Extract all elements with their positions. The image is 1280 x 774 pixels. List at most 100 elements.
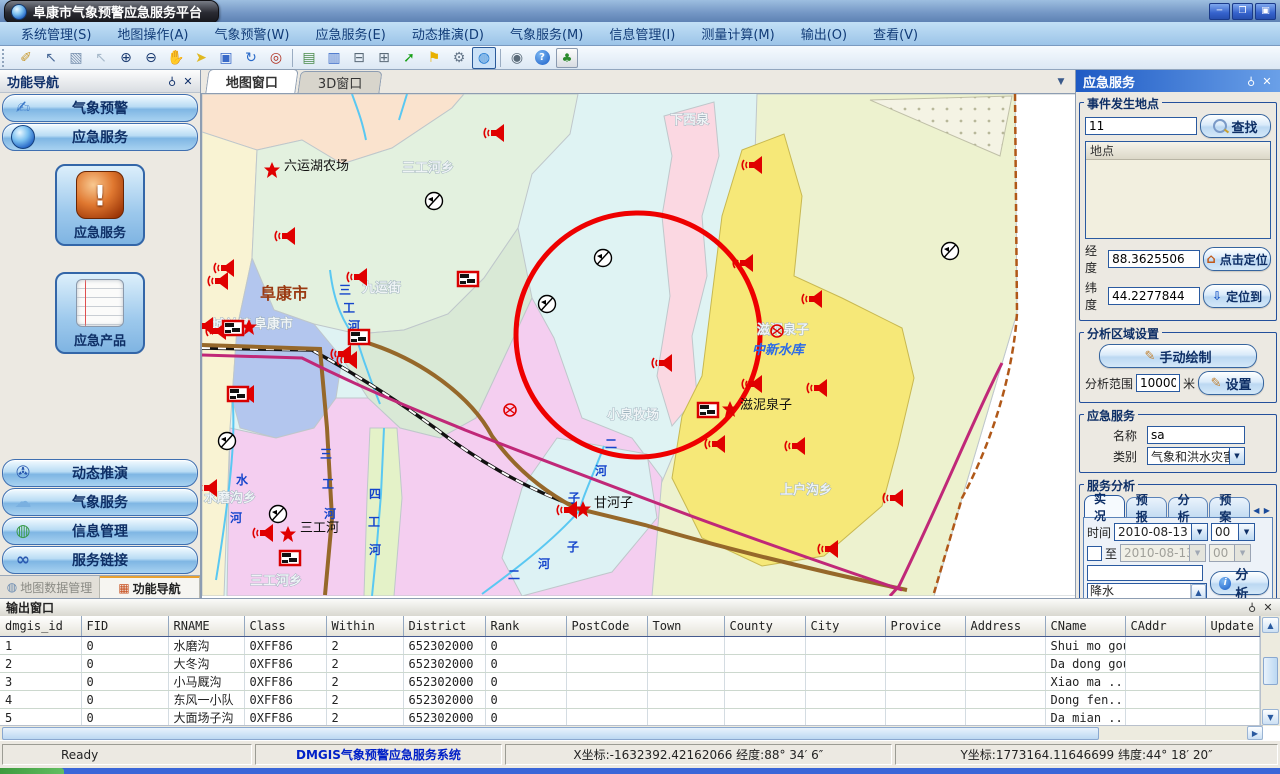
output-horizontal-scrollbar[interactable]: ▶: [0, 725, 1263, 740]
column-header-Town[interactable]: Town: [647, 616, 724, 637]
element-listbox[interactable]: 降水空气温度 ▲: [1087, 583, 1207, 598]
close-icon[interactable]: [1259, 74, 1275, 89]
menu-item-0[interactable]: 系统管理(S): [8, 22, 104, 45]
flag-marker[interactable]: [349, 330, 369, 344]
column-header-PostCode[interactable]: PostCode: [566, 616, 647, 637]
map-tab-1[interactable]: 3D窗口: [297, 71, 382, 93]
station-marker[interactable]: [426, 193, 443, 210]
column-header-CName[interactable]: CName: [1045, 616, 1125, 637]
column-header-Within[interactable]: Within: [326, 616, 403, 637]
tree-view-icon[interactable]: ♣: [555, 47, 579, 69]
scroll-up-icon[interactable]: ▲: [1262, 617, 1279, 633]
search-button[interactable]: 查找: [1200, 114, 1271, 138]
full-extent-icon[interactable]: ▣: [214, 47, 238, 69]
flag-marker[interactable]: [698, 403, 718, 417]
table-row[interactable]: 10水磨沟0XFF8626523020000Shui mo gou: [0, 637, 1259, 655]
pointer-icon[interactable]: ➤: [189, 47, 213, 69]
flag-marker[interactable]: [223, 321, 243, 335]
table-row[interactable]: 20大冬沟0XFF8626523020000Da dong gou: [0, 655, 1259, 673]
nav-weather-service[interactable]: ☁气象服务: [2, 488, 198, 516]
eye-icon[interactable]: ◉: [505, 47, 529, 69]
settings-gear-icon[interactable]: ⚙: [447, 47, 471, 69]
emergency-product-big-button[interactable]: 应急产品: [55, 272, 145, 354]
column-header-County[interactable]: County: [724, 616, 805, 637]
clear-selection-icon[interactable]: ↖: [89, 47, 113, 69]
place-list-body[interactable]: [1086, 160, 1270, 238]
column-header-RNAME[interactable]: RNAME: [168, 616, 244, 637]
column-header-dmgis_id[interactable]: dmgis_id: [0, 616, 81, 637]
station-marker[interactable]: [219, 433, 236, 450]
toolbar-grip[interactable]: [2, 49, 10, 67]
column-header-Address[interactable]: Address: [965, 616, 1045, 637]
close-button[interactable]: ▣: [1255, 3, 1276, 20]
nav-emergency-service[interactable]: 应急服务: [2, 123, 198, 151]
menu-item-8[interactable]: 输出(O): [788, 22, 860, 45]
menu-item-4[interactable]: 动态推演(D): [399, 22, 497, 45]
help-icon[interactable]: ?: [530, 47, 554, 69]
output-vertical-scrollbar[interactable]: ▲ ▼: [1260, 616, 1280, 726]
to-date-select[interactable]: 2010-08-13 ▼: [1120, 544, 1206, 562]
element-list-item[interactable]: 降水: [1090, 584, 1190, 598]
latitude-input[interactable]: [1108, 287, 1200, 305]
menu-item-3[interactable]: 应急服务(E): [302, 22, 398, 45]
select-rect-icon[interactable]: ▧: [64, 47, 88, 69]
identify-icon[interactable]: ◎: [264, 47, 288, 69]
analysis-tab-2[interactable]: 分析: [1168, 497, 1209, 517]
nav-service-link[interactable]: ∞服务链接: [2, 546, 198, 574]
print-icon[interactable]: ⊟: [347, 47, 371, 69]
menu-item-5[interactable]: 气象服务(M): [497, 22, 596, 45]
scroll-thumb[interactable]: [1263, 657, 1278, 685]
station-marker[interactable]: [595, 250, 612, 267]
place-marker-icon[interactable]: ⚑: [422, 47, 446, 69]
nav-dynamic-deduction[interactable]: ✇动态推演: [2, 459, 198, 487]
output-table[interactable]: dmgis_idFIDRNAMEClassWithinDistrictRankP…: [0, 616, 1263, 726]
refresh-icon[interactable]: ↻: [239, 47, 263, 69]
manual-draw-button[interactable]: ✎ 手动绘制: [1099, 344, 1257, 368]
chevron-down-icon[interactable]: ▼: [1238, 524, 1254, 540]
zoom-in-icon[interactable]: ⊕: [114, 47, 138, 69]
chevron-down-icon[interactable]: ▼: [1229, 448, 1244, 464]
hour-select[interactable]: 00 ▼: [1211, 523, 1255, 541]
globe-3d-icon[interactable]: ◍: [472, 47, 496, 69]
pin-icon[interactable]: [164, 74, 180, 89]
place-listbox[interactable]: 地点: [1085, 141, 1271, 239]
scroll-down-icon[interactable]: ▼: [1262, 709, 1279, 725]
service-name-input[interactable]: [1147, 426, 1245, 444]
menu-item-7[interactable]: 测量计算(M): [688, 22, 787, 45]
column-header-Provice[interactable]: Provice: [885, 616, 965, 637]
column-header-FID[interactable]: FID: [81, 616, 168, 637]
map-tab-0[interactable]: 地图窗口: [205, 69, 298, 93]
map-canvas[interactable]: 六运湖农场滋泥泉子三工河甘河子阜康市三工河乡下西泉九运街小泉牧场上户沟乡滋泥泉子…: [201, 94, 1075, 598]
menu-item-2[interactable]: 气象预警(W): [201, 22, 302, 45]
menu-item-1[interactable]: 地图操作(A): [104, 22, 201, 45]
analysis-tab-1[interactable]: 预报: [1126, 497, 1167, 517]
scroll-left-icon[interactable]: ◀: [1251, 503, 1261, 517]
date-select[interactable]: 2010-08-13 ▼: [1114, 523, 1208, 541]
flag-marker[interactable]: [458, 272, 478, 286]
pin-icon[interactable]: [1244, 600, 1260, 615]
scroll-right-icon[interactable]: ▶: [1247, 726, 1263, 740]
minimize-button[interactable]: ─: [1209, 3, 1230, 20]
analysis-tab-0[interactable]: 实况: [1084, 495, 1125, 517]
longitude-input[interactable]: [1108, 250, 1200, 268]
flag-marker[interactable]: [280, 551, 300, 565]
scroll-right-icon[interactable]: ▶: [1262, 503, 1272, 517]
export-map-icon[interactable]: ▥: [322, 47, 346, 69]
column-header-Class[interactable]: Class: [244, 616, 326, 637]
column-header-City[interactable]: City: [805, 616, 885, 637]
event-location-input[interactable]: [1085, 117, 1197, 135]
zoom-out-icon[interactable]: ⊖: [139, 47, 163, 69]
left-panel-tab-0[interactable]: ◍地图数据管理: [0, 576, 100, 598]
column-header-Update[interactable]: Update: [1205, 616, 1259, 637]
start-button-edge[interactable]: [0, 768, 64, 774]
station-marker[interactable]: [270, 506, 287, 523]
pin-icon[interactable]: [1243, 74, 1259, 89]
column-header-District[interactable]: District: [403, 616, 485, 637]
measure-icon[interactable]: ✐: [14, 47, 38, 69]
nav-info-management[interactable]: ◍信息管理: [2, 517, 198, 545]
nav-weather-warning[interactable]: ✍气象预警: [2, 94, 198, 122]
analysis-range-input[interactable]: [1136, 374, 1180, 392]
flag-marker[interactable]: [228, 387, 248, 401]
go-arrow-icon[interactable]: ➚: [397, 47, 421, 69]
to-checkbox[interactable]: [1087, 546, 1102, 561]
